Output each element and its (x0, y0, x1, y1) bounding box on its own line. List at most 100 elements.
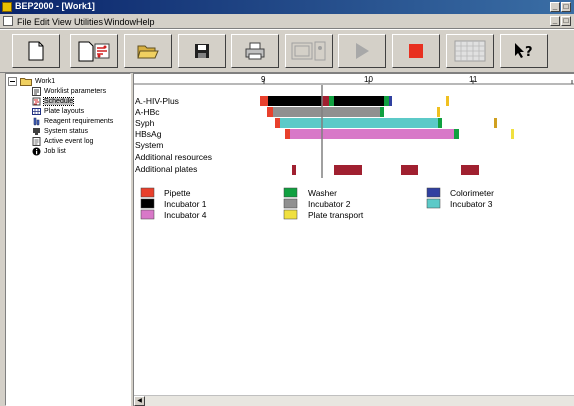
schedule-icon (32, 97, 41, 106)
legend-label: Incubator 2 (308, 199, 351, 209)
new-worklist-button[interactable] (70, 34, 118, 68)
folder-icon (20, 78, 32, 86)
plate-layout-icon (32, 108, 41, 115)
menu-window[interactable]: Window (104, 17, 136, 27)
svg-text:?: ? (525, 45, 533, 60)
gantt-bar-plate (461, 165, 479, 175)
legend-swatch (140, 187, 155, 198)
gantt-bar-transport (446, 96, 449, 106)
mdi-restore-button[interactable]: □ (561, 16, 571, 26)
plates-button (285, 34, 333, 68)
grid-icon (454, 40, 486, 62)
gantt-row-additional-plates (292, 165, 479, 175)
new-worklist-icon (78, 41, 110, 62)
gantt-bar-washer (438, 118, 442, 128)
save-icon (195, 44, 209, 58)
grid-button (446, 34, 494, 68)
gantt-bar-incubator1 (334, 96, 384, 106)
row-label: HBsAg (135, 129, 162, 139)
scroll-left-icon[interactable]: ◀ (134, 396, 145, 406)
legend-swatch (283, 198, 298, 209)
legend-label: Pipette (164, 188, 191, 198)
gantt-bar-washer (380, 107, 384, 117)
new-button[interactable] (12, 34, 60, 68)
plates-icon (291, 41, 326, 61)
legend-label: Plate transport (308, 210, 364, 220)
menu-file[interactable]: File (17, 17, 32, 27)
info-icon (32, 147, 41, 156)
row-label: Additional resources (135, 152, 212, 162)
toolbar: ? (0, 29, 574, 73)
gantt-row-hbc (267, 107, 440, 117)
menu-view[interactable]: View (52, 17, 71, 27)
open-icon (137, 45, 159, 59)
maximize-button[interactable]: □ (561, 2, 571, 12)
legend-swatch (426, 187, 441, 198)
title-bar: BEP2000 - [Work1] _ □ (0, 0, 574, 14)
gantt-bar-pipette (275, 118, 280, 128)
gantt-bar-pipette (285, 129, 290, 139)
horizontal-scrollbar[interactable]: ◀ (134, 395, 574, 406)
print-button[interactable] (231, 34, 279, 68)
play-icon (356, 43, 369, 59)
tree-item-job-list[interactable]: Job list (32, 146, 66, 157)
gantt-bar-transport (494, 118, 497, 128)
open-button[interactable] (124, 34, 172, 68)
gantt-bar-pipette (267, 107, 273, 117)
gantt-row-hiv (260, 96, 449, 106)
menu-edit[interactable]: Edit (34, 17, 50, 27)
gantt-bar-washer (384, 96, 389, 106)
navigation-tree: Work1 Worklist parameters Schedule Plate… (5, 73, 131, 406)
menu-utilities[interactable]: Utilities (74, 17, 103, 27)
document-icon[interactable] (3, 16, 13, 26)
legend-label: Incubator 3 (450, 199, 493, 209)
window-title: BEP2000 - [Work1] (15, 1, 95, 11)
gantt-row-syph (275, 118, 497, 128)
reagent-icon (33, 117, 40, 126)
time-tick-label: 9 (261, 75, 266, 84)
gantt-bar-plate (292, 165, 296, 175)
gantt-row-hbsag (285, 129, 514, 139)
gantt-bar-incubator1 (268, 96, 322, 106)
row-label: Syph (135, 118, 155, 128)
legend-label: Colorimeter (450, 188, 494, 198)
minimize-button[interactable]: _ (550, 2, 560, 12)
gantt-bar-incubator2 (273, 107, 380, 117)
app-icon[interactable] (2, 2, 12, 12)
print-icon (245, 42, 265, 60)
gantt-bar-plate (322, 96, 329, 106)
row-label: System (135, 140, 163, 150)
legend-label: Incubator 4 (164, 210, 207, 220)
parameters-icon (32, 87, 41, 96)
gantt-bar-transport (437, 107, 440, 117)
gantt-bar-pipette (260, 96, 268, 106)
collapse-icon[interactable] (8, 77, 17, 86)
legend-label: Incubator 1 (164, 199, 207, 209)
time-tick-label: 11 (469, 75, 478, 84)
menu-help[interactable]: Help (136, 17, 155, 27)
stop-icon (409, 44, 423, 58)
mdi-minimize-button[interactable]: _ (550, 16, 560, 26)
gantt-bar-washer (454, 129, 459, 139)
legend-swatch (140, 198, 155, 209)
legend-label: Washer (308, 188, 337, 198)
gantt-bar-plate (401, 165, 418, 175)
menu-bar: File Edit View Utilities Window Help _ □ (0, 14, 574, 29)
gantt-bar-incubator3 (280, 118, 438, 128)
row-label: A.-HIV-Plus (135, 96, 179, 106)
schedule-panel: 9 10 11 A.-HIV-Plus A-HBc Syph HBsAg Sys… (133, 73, 574, 406)
gantt-bar-transport (511, 129, 514, 139)
legend: Pipette Washer Colorimeter Incubator 1 I… (140, 187, 494, 220)
gantt-bar-washer (329, 96, 334, 106)
save-button[interactable] (178, 34, 226, 68)
help-icon: ? (515, 43, 533, 60)
legend-swatch (283, 209, 298, 220)
legend-swatch (140, 209, 155, 220)
gantt-bar-incubator4 (290, 129, 454, 139)
time-tick-label: 10 (364, 75, 373, 84)
new-icon (28, 41, 44, 61)
context-help-button[interactable]: ? (500, 34, 548, 68)
legend-swatch (283, 187, 298, 198)
stop-button[interactable] (392, 34, 440, 68)
event-log-icon (32, 137, 41, 146)
